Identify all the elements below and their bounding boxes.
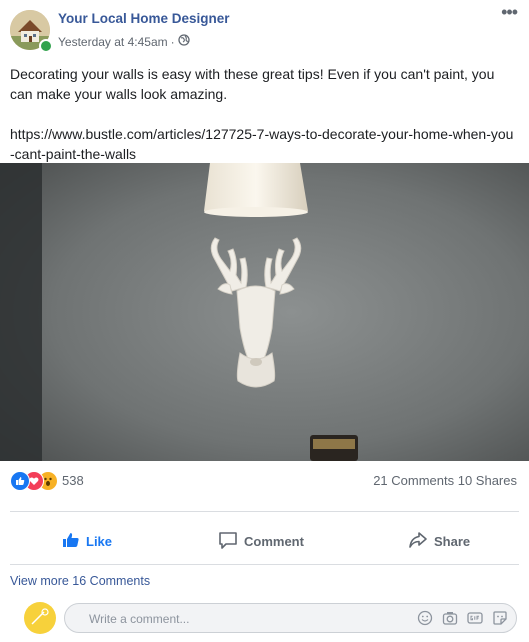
share-label: Share: [434, 533, 471, 549]
emoji-icon[interactable]: [417, 610, 433, 626]
reactions-bar: 538 21 Comments 10 Shares: [10, 471, 519, 491]
online-status-dot: [39, 39, 53, 53]
view-more-comments-link[interactable]: View more 16 Comments: [10, 574, 150, 588]
post-actions: Like Comment Share: [10, 521, 519, 561]
comment-button[interactable]: Comment: [218, 521, 304, 561]
comment-composer: Write a comment...: [10, 601, 519, 635]
like-reaction-icon[interactable]: [10, 471, 30, 491]
post-link[interactable]: https://www.bustle.com/articles/127725-7…: [10, 124, 515, 164]
comment-input-icons: [417, 610, 508, 626]
gif-icon[interactable]: [467, 610, 483, 626]
reaction-count[interactable]: 538: [62, 473, 84, 488]
thumbs-up-icon: [62, 531, 80, 552]
comment-input[interactable]: Write a comment...: [64, 603, 517, 633]
post-header: Your Local Home Designer Yesterday at 4:…: [10, 2, 519, 54]
facebook-post: Your Local Home Designer Yesterday at 4:…: [0, 0, 529, 642]
comment-placeholder: Write a comment...: [89, 612, 190, 626]
post-body-text: Decorating your walls is easy with these…: [10, 66, 495, 102]
post-photo[interactable]: [0, 163, 529, 461]
comments-count-link[interactable]: 21 Comments: [373, 473, 454, 488]
post-text: Decorating your walls is easy with these…: [10, 64, 515, 164]
divider-top: [10, 511, 519, 512]
share-arrow-icon: [408, 531, 428, 552]
comment-label: Comment: [244, 533, 304, 549]
globe-icon[interactable]: [177, 34, 190, 49]
shares-count-link[interactable]: 10 Shares: [458, 473, 517, 488]
post-meta: Yesterday at 4:45am ·: [58, 34, 190, 49]
divider-bottom: [10, 564, 519, 565]
share-button[interactable]: Share: [408, 521, 470, 561]
like-button[interactable]: Like: [62, 521, 112, 561]
sticker-icon[interactable]: [492, 610, 508, 626]
user-avatar[interactable]: [24, 602, 56, 634]
more-options-icon[interactable]: •••: [501, 2, 518, 23]
page-name-link[interactable]: Your Local Home Designer: [58, 11, 230, 26]
post-timestamp[interactable]: Yesterday at 4:45am: [58, 35, 168, 49]
comment-bubble-icon: [218, 530, 238, 553]
like-label: Like: [86, 533, 113, 549]
post-stats: 21 Comments 10 Shares: [373, 473, 517, 488]
meta-separator: ·: [170, 34, 175, 49]
camera-icon[interactable]: [442, 610, 458, 626]
